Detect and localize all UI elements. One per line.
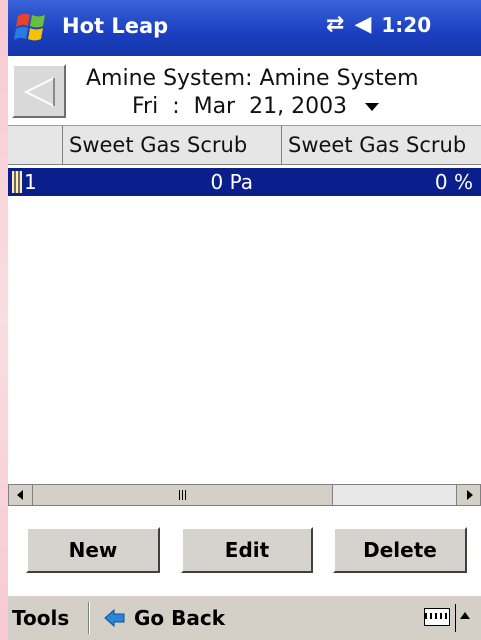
system-title: Amine System: Amine System xyxy=(86,66,419,91)
row-marker-icon xyxy=(12,171,22,193)
decorative-side-strip xyxy=(0,0,8,640)
keyboard-icon[interactable] xyxy=(424,608,450,626)
tools-menu[interactable]: Tools xyxy=(12,606,69,630)
arrow-right-icon xyxy=(467,490,473,500)
menu-divider xyxy=(88,602,90,634)
horizontal-scrollbar[interactable] xyxy=(8,484,481,506)
scroll-thumb[interactable] xyxy=(33,485,333,505)
delete-button[interactable]: Delete xyxy=(333,527,467,573)
grid-header: Sweet Gas Scrub Sweet Gas Scrub xyxy=(8,125,481,165)
sync-arrows-icon[interactable]: ⇄ xyxy=(326,12,344,37)
go-back-menu[interactable]: Go Back xyxy=(104,606,225,630)
scroll-right-button[interactable] xyxy=(456,485,480,505)
table-row[interactable]: 1 0 Pa 0 % xyxy=(8,168,481,196)
app-title: Hot Leap xyxy=(62,14,169,38)
scroll-left-button[interactable] xyxy=(9,485,33,505)
start-menu-icon[interactable] xyxy=(14,10,50,46)
chevron-down-icon[interactable] xyxy=(365,102,380,111)
keyboard-divider xyxy=(455,604,456,632)
input-panel-up-icon[interactable] xyxy=(460,612,470,619)
date-label: Fri : Mar 21, 2003 xyxy=(132,94,348,119)
menu-bar: Tools Go Back xyxy=(8,595,481,640)
row-value-pressure: 0 Pa xyxy=(210,170,254,194)
column-header-index[interactable] xyxy=(8,126,63,164)
grip-icon xyxy=(179,490,187,500)
column-header-sweet-gas-scrub-2[interactable]: Sweet Gas Scrub xyxy=(282,126,481,164)
back-button[interactable] xyxy=(12,64,66,118)
speaker-icon[interactable]: ◀︎ xyxy=(354,12,371,37)
edit-button[interactable]: Edit xyxy=(181,527,313,573)
date-selector[interactable]: Fri : Mar 21, 2003 xyxy=(132,94,380,119)
back-arrow-icon xyxy=(23,77,55,107)
go-back-label: Go Back xyxy=(134,606,226,630)
row-index: 1 xyxy=(24,170,37,194)
status-icons: ⇄ ◀︎ 1:20 xyxy=(326,12,431,37)
title-bar: Hot Leap ⇄ ◀︎ 1:20 xyxy=(8,0,481,56)
go-back-arrow-icon xyxy=(104,608,125,628)
clock[interactable]: 1:20 xyxy=(381,13,431,37)
new-button[interactable]: New xyxy=(26,527,160,573)
arrow-left-icon xyxy=(17,490,23,500)
column-header-sweet-gas-scrub-1[interactable]: Sweet Gas Scrub xyxy=(63,126,282,164)
row-value-percent: 0 % xyxy=(434,170,473,194)
